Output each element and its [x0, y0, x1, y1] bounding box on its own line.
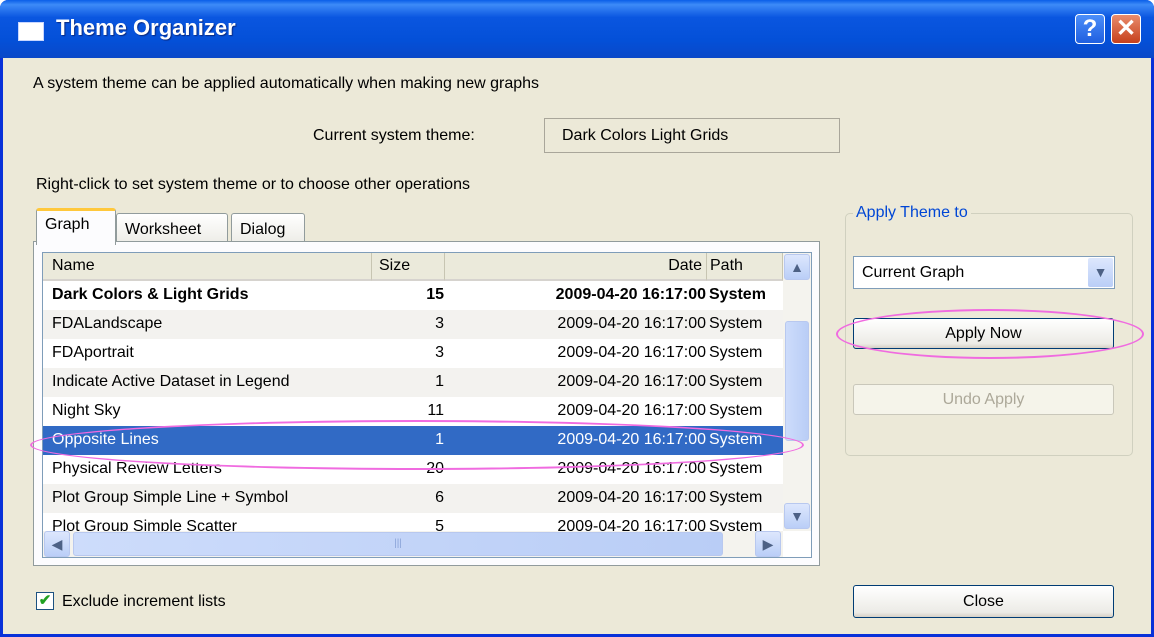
row-path: System: [709, 402, 763, 419]
vertical-scroll-thumb[interactable]: [785, 321, 809, 441]
title-bar[interactable]: Theme Organizer ? ✕: [0, 0, 1154, 58]
exclude-increment-checkbox[interactable]: ✔: [36, 592, 54, 610]
row-size: 20: [426, 460, 444, 477]
help-button[interactable]: ?: [1075, 14, 1105, 44]
apply-theme-group-title: Apply Theme to: [853, 204, 971, 222]
undo-apply-button[interactable]: Undo Apply: [853, 384, 1114, 415]
close-window-button[interactable]: ✕: [1111, 14, 1141, 44]
row-date: 2009-04-20 16:17:00: [557, 373, 706, 390]
row-date: 2009-04-20 16:17:00: [557, 460, 706, 477]
instruction-text: Right-click to set system theme or to ch…: [36, 176, 470, 193]
row-date: 2009-04-20 16:17:00: [557, 431, 706, 448]
intro-text: A system theme can be applied automatica…: [33, 75, 540, 92]
table-row-selected[interactable]: Opposite Lines 1 2009-04-20 16:17:00 Sys…: [43, 426, 783, 455]
row-path: System: [709, 431, 763, 448]
table-row[interactable]: FDALandscape 3 2009-04-20 16:17:00 Syste…: [43, 310, 783, 339]
window-icon: [18, 22, 44, 41]
horizontal-scroll-thumb[interactable]: |||: [73, 532, 723, 556]
horizontal-scrollbar[interactable]: ◀ ||| ▶: [43, 531, 783, 557]
close-button[interactable]: Close: [853, 585, 1114, 618]
row-path: System: [709, 344, 763, 361]
row-name: FDALandscape: [52, 315, 163, 332]
scroll-right-button[interactable]: ▶: [755, 531, 781, 557]
table-row[interactable]: Indicate Active Dataset in Legend 1 2009…: [43, 368, 783, 397]
row-size: 3: [435, 315, 444, 332]
column-header-name[interactable]: Name: [43, 253, 372, 281]
table-row[interactable]: Dark Colors & Light Grids 15 2009-04-20 …: [43, 281, 783, 310]
row-date: 2009-04-20 16:17:00: [557, 402, 706, 419]
column-header-size[interactable]: Size: [372, 253, 445, 281]
theme-list[interactable]: Name Size Date Path Dark Colors & Light …: [42, 252, 812, 558]
window-title: Theme Organizer: [56, 15, 236, 40]
apply-now-button[interactable]: Apply Now: [853, 318, 1114, 349]
exclude-increment-label[interactable]: Exclude increment lists: [62, 593, 226, 611]
row-name: FDAportrait: [52, 344, 134, 361]
row-size: 1: [435, 431, 444, 448]
row-size: 6: [435, 489, 444, 506]
scroll-left-button[interactable]: ◀: [44, 531, 70, 557]
row-name: Opposite Lines: [52, 431, 159, 448]
row-size: 1: [435, 373, 444, 390]
scroll-up-button[interactable]: ▲: [784, 254, 810, 280]
row-size: 15: [426, 286, 444, 303]
table-row[interactable]: Plot Group Simple Line + Symbol 6 2009-0…: [43, 484, 783, 513]
tab-graph[interactable]: Graph: [36, 208, 116, 245]
scroll-down-button[interactable]: ▼: [784, 503, 810, 529]
vertical-scrollbar[interactable]: ▲ ▼: [783, 253, 811, 531]
row-date: 2009-04-20 16:17:00: [557, 344, 706, 361]
row-name: Dark Colors & Light Grids: [52, 286, 249, 303]
table-row[interactable]: Physical Review Letters 20 2009-04-20 16…: [43, 455, 783, 484]
row-size: 11: [427, 402, 444, 419]
column-header-path[interactable]: Path: [707, 253, 783, 281]
row-date: 2009-04-20 16:17:00: [555, 286, 706, 303]
row-path: System: [709, 373, 763, 390]
row-name: Plot Group Simple Line + Symbol: [52, 489, 289, 506]
chevron-down-icon[interactable]: ▼: [1088, 258, 1113, 287]
row-date: 2009-04-20 16:17:00: [557, 315, 706, 332]
table-row[interactable]: Night Sky 11 2009-04-20 16:17:00 System: [43, 397, 783, 426]
apply-target-dropdown[interactable]: Current Graph ▼: [853, 256, 1115, 289]
row-name: Physical Review Letters: [52, 460, 222, 477]
column-header-date[interactable]: Date: [445, 253, 707, 281]
row-path: System: [709, 315, 763, 332]
row-path: System: [709, 460, 763, 477]
apply-target-value: Current Graph: [862, 264, 965, 281]
row-path: System: [709, 489, 763, 506]
current-theme-label: Current system theme:: [313, 127, 475, 144]
current-theme-field: Dark Colors Light Grids: [544, 118, 840, 153]
row-name: Indicate Active Dataset in Legend: [52, 373, 290, 390]
table-row[interactable]: FDAportrait 3 2009-04-20 16:17:00 System: [43, 339, 783, 368]
row-size: 3: [435, 344, 444, 361]
row-name: Night Sky: [52, 402, 121, 419]
row-date: 2009-04-20 16:17:00: [557, 489, 706, 506]
row-path: System: [709, 286, 766, 303]
